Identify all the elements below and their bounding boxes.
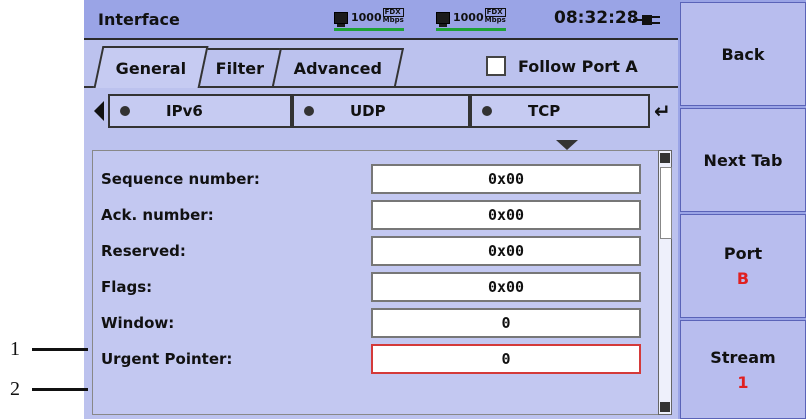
port-b-status: 1000 FDX Mbps xyxy=(436,8,506,31)
protocol-udp[interactable]: UDP xyxy=(292,94,470,128)
field-row: Sequence number: 0x00 xyxy=(93,161,663,197)
next-tab-button[interactable]: Next Tab xyxy=(680,108,806,212)
port-b-link-indicator xyxy=(436,28,506,31)
reserved-field[interactable]: 0x00 xyxy=(371,236,641,266)
field-label: Window: xyxy=(101,314,175,332)
stream-button[interactable]: Stream 1 xyxy=(680,320,806,419)
main-area: Interface 1000 FDX Mbps 1000 FDX Mbps 08… xyxy=(84,0,678,419)
field-row: Ack. number: 0x00 xyxy=(93,197,663,233)
radio-dot-icon xyxy=(304,106,314,116)
radio-dot-icon xyxy=(482,106,492,116)
scrollbar[interactable] xyxy=(658,150,672,415)
port-a-speed: 1000 xyxy=(351,11,382,24)
port-b-speed: 1000 xyxy=(453,11,484,24)
ethernet-port-icon xyxy=(436,12,450,27)
protocol-ipv6[interactable]: IPv6 xyxy=(108,94,292,128)
port-button[interactable]: Port B xyxy=(680,214,806,318)
ack-number-field[interactable]: 0x00 xyxy=(371,200,641,230)
scroll-left-arrow-icon[interactable] xyxy=(94,101,104,121)
protocol-label: IPv6 xyxy=(166,102,203,120)
tab-general[interactable]: General xyxy=(93,46,209,88)
field-row: Reserved: 0x00 xyxy=(93,233,663,269)
field-row: Flags: 0x00 xyxy=(93,269,663,305)
port-a-link-indicator xyxy=(334,28,404,31)
clock: 08:32:28 xyxy=(554,8,639,28)
radio-dot-icon xyxy=(120,106,130,116)
port-value: B xyxy=(736,269,750,288)
protocol-selector: IPv6 UDP TCP ↵ xyxy=(84,90,678,134)
port-b-duplex: FDX Mbps xyxy=(484,8,506,24)
tab-bar: General Filter Advanced Follow Port A xyxy=(84,42,678,88)
device-screen: Interface 1000 FDX Mbps 1000 FDX Mbps 08… xyxy=(84,0,806,419)
field-label: Ack. number: xyxy=(101,206,214,224)
follow-port-label: Follow Port A xyxy=(518,56,638,76)
follow-port-checkbox[interactable] xyxy=(486,56,506,76)
port-a-duplex: FDX Mbps xyxy=(382,8,404,24)
scroll-thumb[interactable] xyxy=(660,167,672,239)
status-bar: Interface 1000 FDX Mbps 1000 FDX Mbps 08… xyxy=(84,0,678,40)
window-field[interactable]: 0 xyxy=(371,308,641,338)
callout-2: 2 xyxy=(0,378,88,400)
follow-port-option[interactable]: Follow Port A xyxy=(486,56,638,76)
field-label: Flags: xyxy=(101,278,153,296)
flags-field[interactable]: 0x00 xyxy=(371,272,641,302)
field-label: Sequence number: xyxy=(101,170,260,188)
field-row: Urgent Pointer: 0 xyxy=(93,341,663,377)
wrap-around-icon[interactable]: ↵ xyxy=(654,99,671,123)
callout-leader-line xyxy=(32,348,88,351)
callout-leader-line xyxy=(32,388,88,391)
ethernet-port-icon xyxy=(334,12,348,27)
selected-protocol-caret-icon xyxy=(556,140,578,150)
sequence-number-field[interactable]: 0x00 xyxy=(371,164,641,194)
callout-1: 1 xyxy=(0,338,88,360)
back-button[interactable]: Back xyxy=(680,2,806,106)
field-label: Reserved: xyxy=(101,242,186,260)
scroll-down-icon[interactable] xyxy=(660,402,670,412)
port-a-status: 1000 FDX Mbps xyxy=(334,8,404,31)
tab-advanced[interactable]: Advanced xyxy=(271,48,405,86)
field-row: Window: 0 xyxy=(93,305,663,341)
field-list: Sequence number: 0x00 Ack. number: 0x00 … xyxy=(92,150,664,415)
screen-title: Interface xyxy=(98,10,180,29)
protocol-label: TCP xyxy=(528,102,561,120)
protocol-tcp[interactable]: TCP xyxy=(470,94,650,128)
softkey-panel: Back Next Tab Port B Stream 1 xyxy=(678,0,806,419)
protocol-label: UDP xyxy=(350,102,386,120)
stream-value: 1 xyxy=(737,372,749,392)
urgent-pointer-field[interactable]: 0 xyxy=(371,344,641,374)
field-label: Urgent Pointer: xyxy=(101,350,233,368)
scroll-up-icon[interactable] xyxy=(660,153,670,163)
plug-icon xyxy=(633,15,663,25)
tab-filter[interactable]: Filter xyxy=(197,48,283,86)
